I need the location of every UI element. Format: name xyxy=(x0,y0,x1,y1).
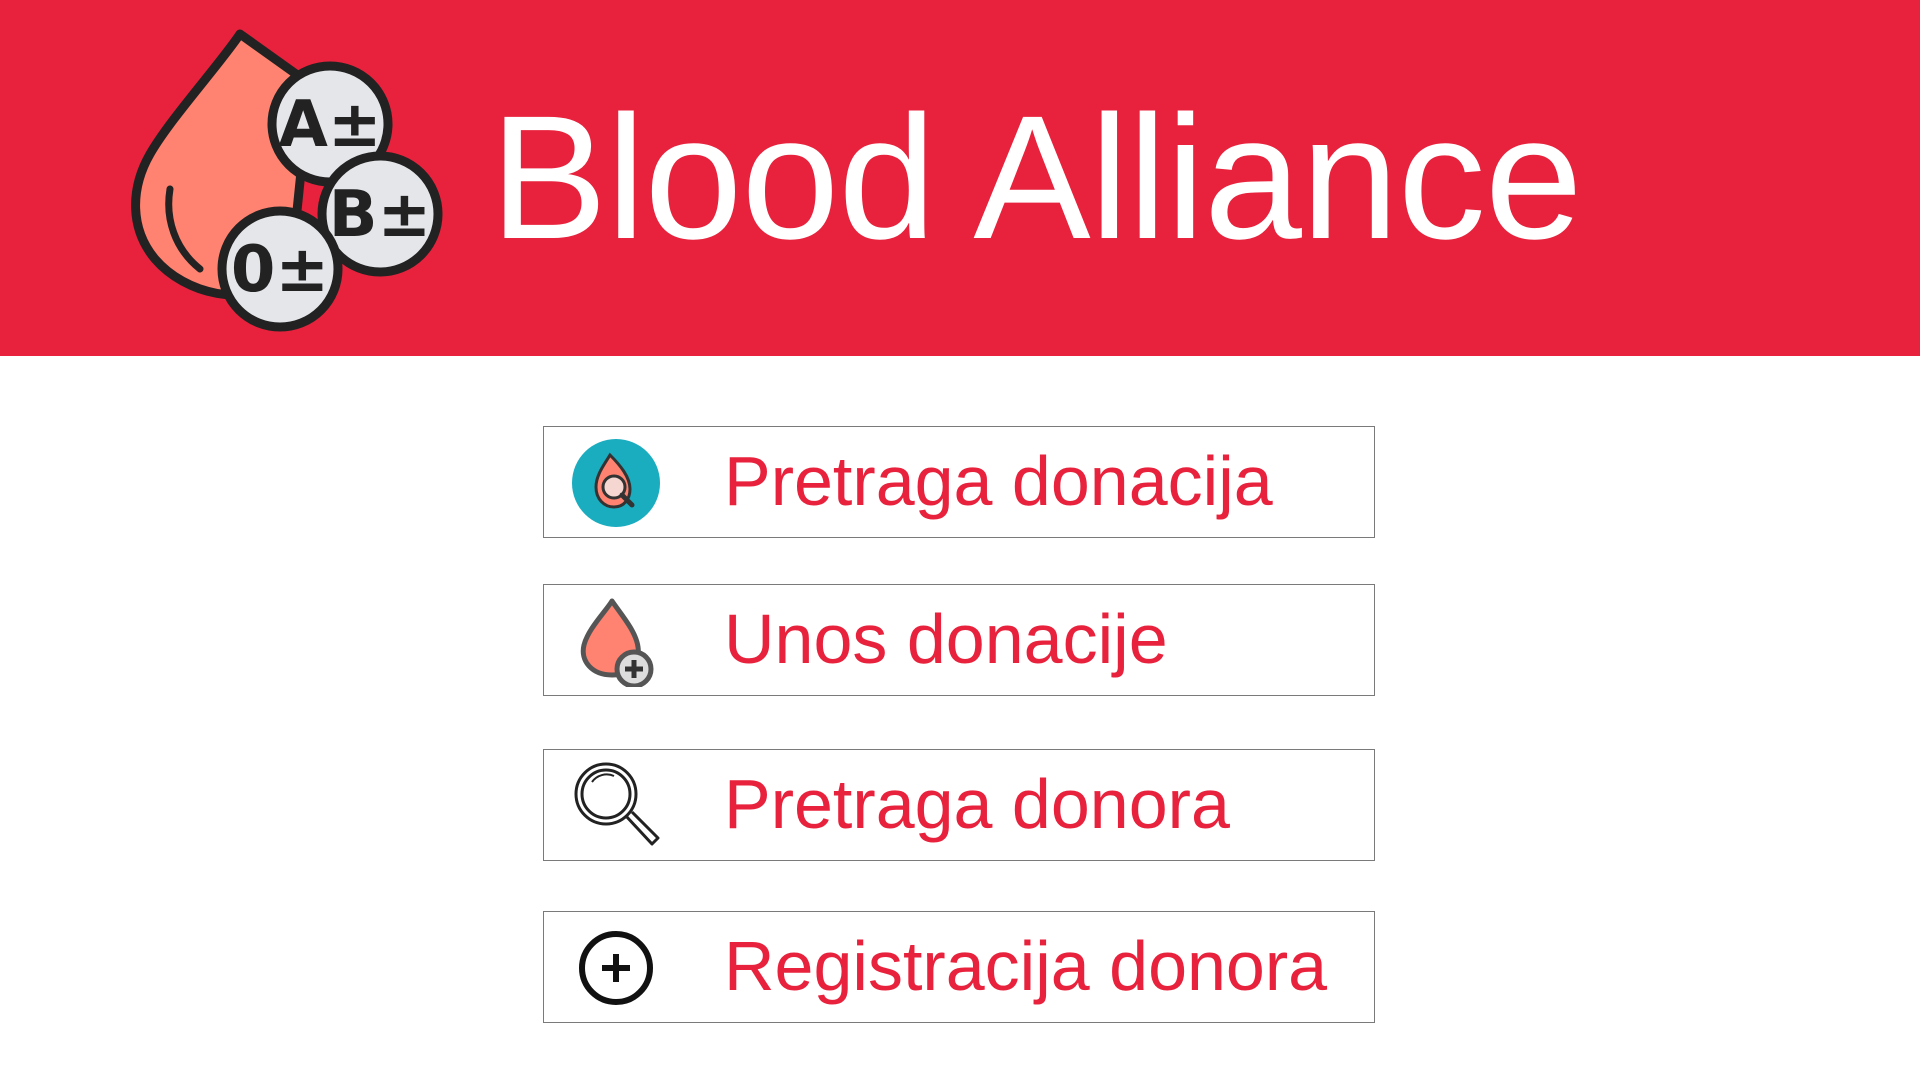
plus-circle-icon xyxy=(579,931,653,1005)
app-header: A± B± 0± Blood Alliance xyxy=(0,0,1920,356)
menu-item-donation-search[interactable]: Pretraga donacija xyxy=(543,426,1375,538)
menu-item-donor-search[interactable]: Pretraga donora xyxy=(543,749,1375,861)
blood-add-icon xyxy=(580,598,654,687)
menu-item-label: Registracija donora xyxy=(724,927,1328,1005)
menu-item-donor-registration[interactable]: Registracija donora xyxy=(543,911,1375,1023)
blood-search-icon xyxy=(572,439,660,527)
menu-item-label: Unos donacije xyxy=(724,600,1168,678)
svg-text:B±: B± xyxy=(329,178,431,252)
menu-item-label: Pretraga donacija xyxy=(724,442,1273,520)
svg-text:A±: A± xyxy=(278,88,381,162)
menu-item-label: Pretraga donora xyxy=(724,765,1230,843)
magnifier-icon xyxy=(574,762,660,846)
menu-item-donation-entry[interactable]: Unos donacije xyxy=(543,584,1375,696)
app-title: Blood Alliance xyxy=(490,80,1583,276)
blood-types-logo-icon: A± B± 0± xyxy=(131,29,443,332)
svg-text:0±: 0± xyxy=(231,233,329,307)
